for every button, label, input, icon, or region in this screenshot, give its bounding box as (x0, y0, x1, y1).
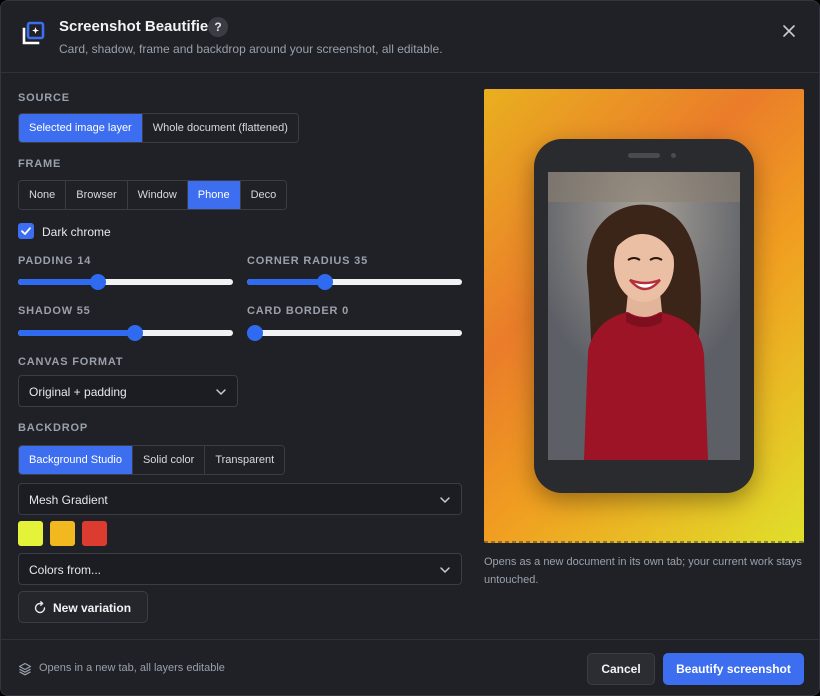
colors-from-select[interactable]: Colors from... (18, 553, 462, 585)
canvas-format-label: CANVAS FORMAT (18, 356, 124, 368)
frame-option-window[interactable]: Window (127, 181, 188, 209)
source-option-whole-document[interactable]: Whole document (flattened) (142, 114, 298, 142)
frame-segmented: None Browser Window Phone Deco (18, 180, 288, 210)
frame-option-deco[interactable]: Deco (240, 181, 287, 209)
padding-slider-thumb[interactable] (89, 274, 106, 290)
chevron-down-icon (440, 567, 450, 574)
frame-label: FRAME (18, 158, 62, 170)
frame-option-browser[interactable]: Browser (66, 181, 128, 209)
corner-radius-slider-thumb[interactable] (316, 274, 333, 290)
shadow-slider[interactable] (18, 325, 233, 341)
colors-from-value: Colors from... (29, 563, 102, 577)
preview-canvas (484, 89, 804, 543)
shadow-slider-fill (18, 330, 136, 336)
preview-note: Opens as a new document in its own tab; … (484, 556, 802, 586)
shadow-slider-thumb[interactable] (127, 325, 144, 341)
card-border-slider[interactable] (247, 325, 462, 341)
backdrop-segmented: Background Studio Solid color Transparen… (18, 445, 286, 475)
source-segmented: Selected image layer Whole document (fla… (18, 113, 299, 143)
padding-slider[interactable] (18, 274, 233, 290)
source-label: SOURCE (18, 92, 70, 104)
dialog-subtitle: Card, shadow, frame and backdrop around … (59, 42, 443, 56)
shadow-label: SHADOW 55 (18, 305, 91, 317)
corner-radius-slider[interactable] (247, 274, 462, 290)
corner-radius-slider-fill (247, 279, 325, 285)
backdrop-option-transparent[interactable]: Transparent (205, 446, 285, 474)
backdrop-option-solid-color[interactable]: Solid color (132, 446, 206, 474)
corner-radius-label: CORNER RADIUS 35 (247, 255, 368, 267)
checkmark-icon (21, 227, 31, 235)
source-option-selected-layer[interactable]: Selected image layer (19, 114, 143, 142)
phone-camera (671, 153, 676, 158)
frame-option-phone[interactable]: Phone (187, 181, 241, 209)
color-swatch-2[interactable] (50, 521, 75, 546)
color-swatch-3[interactable] (82, 521, 107, 546)
phone-frame (534, 139, 754, 493)
screenshot-image (548, 172, 740, 460)
padding-label: PADDING 14 (18, 255, 92, 267)
color-swatch-1[interactable] (18, 521, 43, 546)
chevron-down-icon (216, 389, 226, 396)
backdrop-option-background-studio[interactable]: Background Studio (19, 446, 133, 474)
preview-baseline (484, 541, 804, 543)
new-variation-button[interactable]: New variation (18, 591, 148, 623)
portrait-photo (548, 172, 740, 460)
canvas-format-select[interactable]: Original + padding (18, 375, 238, 407)
backdrop-style-value: Mesh Gradient (29, 493, 108, 507)
chevron-down-icon (440, 497, 450, 504)
card-border-label: CARD BORDER 0 (247, 305, 350, 317)
new-variation-label: New variation (53, 601, 132, 615)
dark-chrome-checkbox[interactable] (18, 223, 34, 239)
layers-icon (18, 662, 32, 676)
footer-note: Opens in a new tab, all layers editable (39, 662, 225, 674)
refresh-icon (34, 601, 46, 614)
canvas-format-value: Original + padding (29, 385, 127, 399)
beautify-screenshot-button[interactable]: Beautify screenshot (663, 653, 804, 685)
frame-option-none[interactable]: None (19, 181, 67, 209)
backdrop-style-select[interactable]: Mesh Gradient (18, 483, 462, 515)
beautifier-dialog: Screenshot Beautifier ? Card, shadow, fr… (0, 0, 820, 696)
help-icon[interactable]: ? (208, 17, 228, 37)
close-icon[interactable] (779, 21, 799, 41)
card-border-slider-thumb[interactable] (247, 325, 263, 341)
backdrop-label: BACKDROP (18, 422, 88, 434)
dialog-title: Screenshot Beautifier (59, 18, 215, 35)
dialog-header: Screenshot Beautifier ? Card, shadow, fr… (1, 1, 819, 73)
dark-chrome-label: Dark chrome (42, 225, 111, 239)
dialog-footer: Opens in a new tab, all layers editable … (1, 639, 819, 695)
phone-speaker (628, 153, 660, 158)
padding-slider-fill (18, 279, 98, 285)
cancel-button[interactable]: Cancel (587, 653, 655, 685)
beautify-app-icon (22, 21, 45, 45)
